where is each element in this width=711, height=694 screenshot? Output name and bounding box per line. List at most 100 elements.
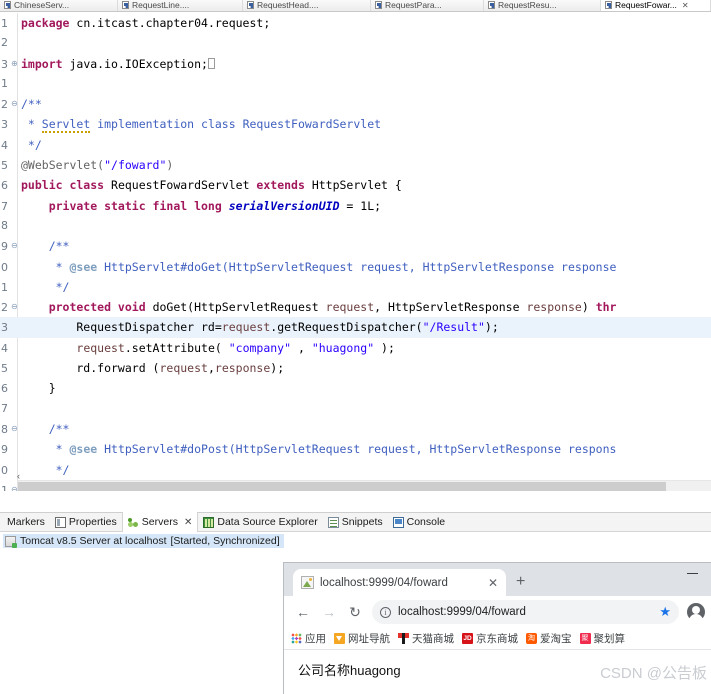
editor-tab-5[interactable]: RequestFowar... ✕ [601, 0, 711, 11]
code-line-text: /** [18, 419, 711, 439]
code-line[interactable]: 0 */ [0, 460, 711, 480]
code-line[interactable]: 0 * @see HttpServlet#doGet(HttpServletRe… [0, 257, 711, 277]
code-token: HttpServlet#doPost(HttpServletRequest re… [97, 442, 617, 457]
code-line[interactable]: 2 [0, 33, 711, 53]
editor-tab-4[interactable]: RequestResu... [484, 0, 601, 11]
chrome-browser-window[interactable]: localhost:9999/04/foward ✕ + ← → ↻ i loc… [283, 562, 711, 694]
code-token: "/Result" [422, 320, 485, 335]
code-line-text: @WebServlet("/foward") [18, 155, 711, 175]
view-tab-label: Markers [7, 516, 45, 528]
bookmark-label: 聚划算 [593, 633, 626, 645]
code-line[interactable]: 1 [0, 74, 711, 94]
editor-tab-0[interactable]: ChineseServ... [0, 0, 118, 11]
bookmark-item[interactable]: 天猫商城 [398, 631, 459, 646]
code-line[interactable]: 1 package cn.itcast.chapter04.request; [0, 13, 711, 33]
new-tab-button[interactable]: + [516, 574, 525, 590]
jd-icon: JD [462, 633, 473, 644]
code-line[interactable]: 8 [0, 216, 711, 236]
back-button[interactable]: ← [290, 599, 316, 625]
view-tab-label: Console [406, 516, 446, 528]
fold-toggle-icon[interactable]: ⊖ [11, 242, 19, 250]
server-list-item[interactable]: Tomcat v8.5 Server at localhost [Started… [3, 534, 284, 548]
bookmark-star-icon[interactable]: ★ [659, 604, 671, 620]
code-token: ); [374, 340, 395, 355]
editor-tab-label: RequestHead.... [257, 0, 319, 10]
code-token: package [21, 16, 77, 30]
editor-tab-1[interactable]: RequestLine.... [118, 0, 243, 11]
editor-tab-3[interactable]: RequestPara... [371, 0, 484, 11]
fold-toggle-icon[interactable]: ⊖ [11, 100, 19, 108]
code-line[interactable]: 4 */ [0, 135, 711, 155]
code-line[interactable]: 3 * Servlet implementation class Request… [0, 114, 711, 134]
line-number: 1 [1, 280, 8, 294]
close-tab-icon[interactable]: ✕ [488, 576, 498, 590]
code-line-text: request.setAttribute( "company" , "huago… [18, 338, 711, 358]
code-line[interactable]: 5 rd.forward (request,response); [0, 358, 711, 378]
line-number: 3 [1, 118, 8, 132]
code-line[interactable]: 7 private static final long serialVersio… [0, 196, 711, 216]
code-token: ); [270, 361, 285, 376]
code-token: request [159, 361, 208, 376]
code-line[interactable]: 6 } [0, 378, 711, 398]
code-token: protected void [21, 300, 153, 315]
bookmark-item[interactable]: 聚划算 [579, 631, 631, 646]
apps-grid-icon [291, 633, 302, 644]
code-token: , [207, 361, 215, 376]
java-file-icon [488, 1, 495, 9]
reload-button[interactable]: ↻ [342, 599, 368, 625]
java-file-icon [122, 1, 129, 9]
code-line[interactable]: 8 ⊖ /** [0, 419, 711, 439]
code-line[interactable]: 9 * @see HttpServlet#doPost(HttpServletR… [0, 439, 711, 459]
scrollbar-thumb[interactable] [18, 482, 666, 491]
code-line[interactable]: 2 ⊖ protected void doGet(HttpServletReque… [0, 297, 711, 317]
line-number: 1 [1, 17, 8, 30]
code-token: , HttpServletResponse [374, 300, 527, 315]
fold-toggle-icon[interactable]: ⊖ [11, 303, 19, 311]
code-line[interactable]: 4 request.setAttribute( "company" , "hua… [0, 338, 711, 358]
minimize-window-button[interactable] [687, 573, 698, 574]
view-tab-properties[interactable]: Properties [50, 512, 122, 532]
site-info-icon[interactable]: i [380, 606, 391, 618]
code-line[interactable]: 9 ⊖ /** [0, 236, 711, 256]
view-tab-markers[interactable]: Markers [2, 512, 50, 532]
code-lines[interactable]: 1 package cn.itcast.chapter04.request; 2 3 ⊕… [0, 13, 711, 491]
bookmark-item[interactable]: JD 京东商城 [462, 631, 523, 646]
browser-tab[interactable]: localhost:9999/04/foward ✕ [293, 569, 506, 596]
code-token: */ [21, 137, 42, 152]
fold-toggle-icon[interactable]: ⊕ [11, 59, 19, 68]
view-tab-servers[interactable]: Servers ✕ [121, 512, 199, 532]
forward-button[interactable]: → [316, 599, 342, 625]
code-line[interactable]: 7 [0, 399, 711, 419]
code-token: * [21, 259, 70, 274]
profile-avatar-icon[interactable] [687, 603, 705, 621]
code-line[interactable]: 1 */ [0, 277, 711, 297]
code-line[interactable]: 5 @WebServlet("/foward") [0, 155, 711, 175]
code-token: cn.itcast.chapter04.request; [76, 16, 271, 30]
close-view-tab-icon[interactable]: ✕ [184, 517, 192, 528]
close-editor-tab-icon[interactable]: ✕ [682, 1, 689, 10]
code-token: public class [21, 178, 112, 193]
code-line[interactable]: 3 RequestDispatcher rd=request.getReques… [0, 317, 711, 338]
editor-horizontal-scrollbar[interactable] [18, 480, 711, 491]
address-bar-url[interactable]: localhost:9999/04/foward [398, 606, 652, 618]
code-line[interactable]: 2 ⊖/** [0, 94, 711, 114]
view-tab-data-source-explorer[interactable]: Data Source Explorer [198, 512, 322, 532]
page-favicon-icon [301, 576, 314, 589]
bookmark-label: 网址导航 [348, 633, 390, 645]
java-code-editor[interactable]: 1 package cn.itcast.chapter04.request; 2 3 ⊕… [0, 13, 711, 491]
bookmark-item[interactable]: 网址导航 [334, 631, 395, 646]
address-bar[interactable]: i localhost:9999/04/foward ★ [372, 600, 679, 624]
tomcat-server-icon [5, 535, 17, 548]
view-tab-snippets[interactable]: Snippets [323, 512, 388, 532]
code-line[interactable]: 6 public class RequestFowardServlet exten… [0, 175, 711, 195]
code-line[interactable]: 3 ⊕ import java.io.IOException; [0, 54, 711, 74]
bookmark-item[interactable]: 应用 [291, 631, 331, 646]
view-tab-console[interactable]: Console [388, 512, 451, 532]
bookmark-item[interactable]: 爱淘宝 [526, 631, 577, 646]
editor-tab-label: ChineseServ... [14, 0, 70, 10]
bookmark-label: 天猫商城 [412, 633, 454, 645]
fold-toggle-icon[interactable]: ⊖ [11, 424, 19, 433]
line-number: 2 ⊖ [1, 301, 19, 315]
editor-tab-2[interactable]: RequestHead.... [243, 0, 371, 11]
line-number: 6 [1, 382, 8, 396]
